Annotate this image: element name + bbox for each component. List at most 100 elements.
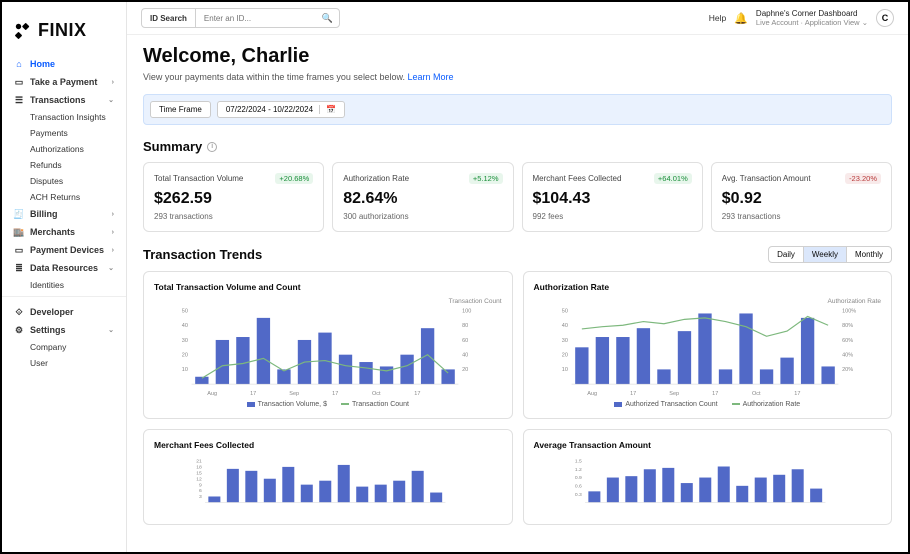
nav-transaction-insights[interactable]: Transaction Insights [2, 109, 126, 125]
nav-merchants[interactable]: 🏬Merchants› [2, 223, 126, 241]
svg-text:Aug: Aug [587, 391, 597, 397]
svg-text:15: 15 [196, 470, 202, 476]
card-value: 82.64% [343, 190, 502, 208]
toggle-daily[interactable]: Daily [769, 247, 804, 262]
svg-text:10: 10 [561, 367, 567, 373]
chart-legend: Authorized Transaction CountAuthorizatio… [534, 401, 882, 408]
chart-title: Merchant Fees Collected [154, 440, 502, 450]
nav-billing[interactable]: 🧾Billing› [2, 205, 126, 223]
nav-user[interactable]: User [2, 355, 126, 371]
billing-icon: 🧾 [14, 209, 24, 219]
svg-text:Sep: Sep [669, 391, 679, 397]
chart-plot: 36912151821 [154, 456, 502, 514]
summary-card: Merchant Fees Collected+64.01%$104.43992… [522, 162, 703, 232]
timeframe-range[interactable]: 07/22/2024 - 10/22/2024📅 [217, 101, 345, 118]
nav-payments[interactable]: Payments [2, 125, 126, 141]
nav-authorizations[interactable]: Authorizations [2, 141, 126, 157]
svg-text:30: 30 [182, 338, 188, 344]
id-search[interactable]: ID Search 🔍 [141, 8, 340, 28]
account-title: Daphne's Corner Dashboard [756, 9, 868, 19]
card-sub: 992 fees [533, 212, 692, 221]
chart-card: Average Transaction Amount0.30.60.91.21.… [523, 429, 893, 525]
svg-text:40: 40 [462, 353, 468, 359]
search-input[interactable] [196, 9, 316, 27]
help-link[interactable]: Help [709, 13, 726, 23]
svg-text:21: 21 [196, 459, 202, 465]
svg-text:20: 20 [462, 367, 468, 373]
info-icon[interactable]: i [207, 142, 217, 152]
card-pct: +5.12% [469, 173, 503, 184]
svg-text:80: 80 [462, 323, 468, 329]
chart-title: Authorization Rate [534, 282, 882, 292]
nav-take-payment[interactable]: ▭Take a Payment› [2, 73, 126, 91]
summary-card: Avg. Transaction Amount -23.20% $0.92 293 t… [711, 162, 892, 232]
svg-text:50: 50 [561, 308, 567, 314]
svg-text:17: 17 [794, 391, 800, 397]
svg-text:40: 40 [561, 323, 567, 329]
svg-text:50: 50 [182, 308, 188, 314]
toggle-weekly[interactable]: Weekly [804, 247, 847, 262]
card-sub: 293 transactions [722, 212, 881, 221]
svg-text:30: 30 [561, 338, 567, 344]
nav-ach-returns[interactable]: ACH Returns [2, 189, 126, 205]
logo: FINIX [2, 10, 126, 55]
nav-home[interactable]: ⌂Home [2, 55, 126, 73]
avatar[interactable]: C [876, 9, 894, 27]
chevron-down-icon: ⌄ [108, 326, 114, 334]
transactions-icon: ☰ [14, 95, 24, 105]
devices-icon: ▭ [14, 245, 24, 255]
nav-payment-devices[interactable]: ▭Payment Devices› [2, 241, 126, 259]
svg-text:17: 17 [414, 391, 420, 397]
card-pct: +20.68% [275, 173, 313, 184]
timeframe-label[interactable]: Time Frame [150, 101, 211, 118]
account-switcher[interactable]: Daphne's Corner Dashboard Live Account ·… [756, 9, 868, 28]
card-pct: -23.20% [845, 173, 881, 184]
nav-transactions[interactable]: ☰Transactions⌄ [2, 91, 126, 109]
svg-text:40: 40 [182, 323, 188, 329]
nav-settings[interactable]: ⚙Settings⌄ [2, 321, 126, 339]
nav-identities[interactable]: Identities [2, 277, 126, 293]
nav-data-resources[interactable]: ≣Data Resources⌄ [2, 259, 126, 277]
chart-plot: 0.30.60.91.21.5 [534, 456, 882, 514]
home-icon: ⌂ [14, 59, 24, 69]
page-title: Welcome, Charlie [143, 45, 892, 68]
notifications-icon[interactable]: 🔔 [734, 12, 748, 25]
toggle-monthly[interactable]: Monthly [847, 247, 891, 262]
nav-company[interactable]: Company [2, 339, 126, 355]
nav-developer[interactable]: ⟐Developer [2, 303, 126, 321]
chart-plot: 102030405020%40%60%80%100%Aug17Sep17Oct1… [534, 305, 882, 397]
card-label: Avg. Transaction Amount [722, 174, 811, 183]
chevron-down-icon: ⌄ [108, 96, 114, 104]
data-icon: ≣ [14, 263, 24, 273]
nav-refunds[interactable]: Refunds [2, 157, 126, 173]
learn-more-link[interactable]: Learn More [407, 72, 453, 82]
svg-text:12: 12 [196, 476, 202, 482]
svg-text:17: 17 [630, 391, 636, 397]
logo-icon [14, 22, 32, 40]
svg-text:6: 6 [199, 488, 202, 494]
svg-text:40%: 40% [842, 353, 853, 359]
card-value: $262.59 [154, 190, 313, 208]
svg-text:9: 9 [199, 482, 202, 488]
card-pct: +64.01% [654, 173, 692, 184]
card-value: $0.92 [722, 190, 881, 208]
svg-text:17: 17 [712, 391, 718, 397]
svg-text:60: 60 [462, 338, 468, 344]
timeframe-bar: Time Frame 07/22/2024 - 10/22/2024📅 [143, 94, 892, 125]
developer-icon: ⟐ [14, 307, 24, 317]
svg-text:60%: 60% [842, 338, 853, 344]
svg-text:0.9: 0.9 [574, 475, 581, 481]
svg-text:3: 3 [199, 494, 202, 500]
calendar-icon: 📅 [319, 105, 336, 114]
chart-card: Authorization RateAuthorization Rate1020… [523, 271, 893, 419]
account-subtitle: Live Account · Application View [756, 18, 860, 27]
nav-disputes[interactable]: Disputes [2, 173, 126, 189]
id-search-label: ID Search [142, 9, 196, 27]
svg-text:80%: 80% [842, 323, 853, 329]
trends-toggle[interactable]: DailyWeeklyMonthly [768, 246, 892, 263]
page-subtitle: View your payments data within the time … [143, 72, 892, 82]
card-icon: ▭ [14, 77, 24, 87]
summary-title: Summaryi [143, 139, 892, 154]
search-icon[interactable]: 🔍 [316, 13, 339, 24]
svg-text:10: 10 [182, 367, 188, 373]
